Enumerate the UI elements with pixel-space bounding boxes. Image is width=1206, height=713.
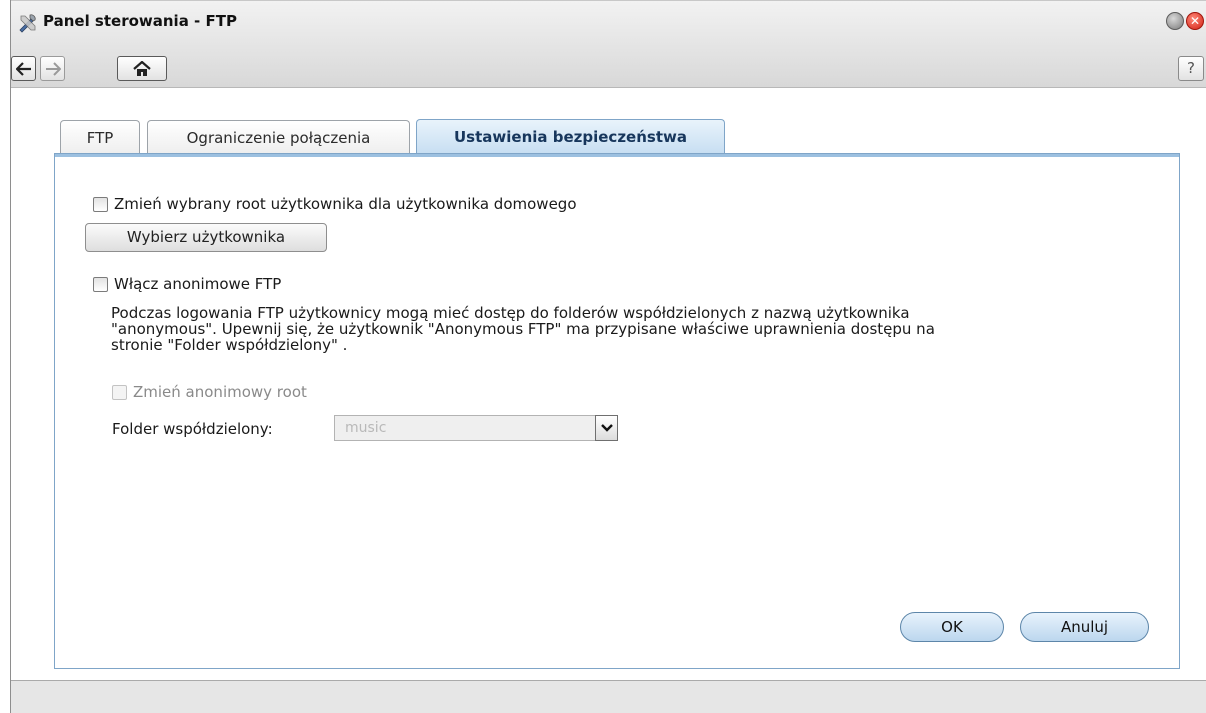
chevron-down-icon (601, 424, 613, 432)
tab-connection-limit[interactable]: Ograniczenie połączenia (147, 120, 410, 154)
description-line: "anonymous". Upewnij się, że użytkownik … (111, 320, 935, 338)
dropdown-arrow-button[interactable] (595, 415, 618, 441)
title-bar: Panel sterowania - FTP ✕ ? (11, 0, 1206, 88)
description-line: stronie "Folder współdzielony" . (111, 336, 348, 354)
arrow-left-icon (14, 62, 31, 76)
main-area: FTP Ograniczenie połączenia Ustawienia b… (11, 88, 1206, 680)
tab-security-settings[interactable]: Ustawienia bezpieczeństwa (416, 119, 725, 154)
cancel-button[interactable]: Anuluj (1020, 612, 1149, 642)
arrow-right-icon (45, 62, 61, 76)
anonymous-ftp-checkbox[interactable] (93, 277, 108, 292)
back-button[interactable] (11, 56, 36, 81)
forward-button[interactable] (40, 56, 65, 81)
tab-ftp[interactable]: FTP (60, 120, 140, 154)
change-root-checkbox[interactable] (93, 197, 108, 212)
security-settings-panel: Zmień wybrany root użytkownika dla użytk… (54, 153, 1180, 669)
change-root-label: Zmień wybrany root użytkownika dla użytk… (114, 195, 577, 213)
panel-top-border (55, 154, 1179, 157)
anonymous-root-checkbox[interactable] (112, 385, 127, 400)
home-button[interactable] (117, 56, 167, 81)
control-panel-window: Panel sterowania - FTP ✕ ? FTP Ogranicze… (10, 0, 1206, 713)
anonymous-root-label: Zmień anonimowy root (133, 383, 307, 401)
ok-button[interactable]: OK (900, 612, 1004, 642)
tools-icon (17, 12, 39, 34)
window-title: Panel sterowania - FTP (43, 12, 237, 30)
anonymous-ftp-description: Podczas logowania FTP użytkownicy mogą m… (111, 305, 1111, 353)
description-line: Podczas logowania FTP użytkownicy mogą m… (111, 304, 910, 322)
home-icon (133, 60, 151, 76)
minimize-button[interactable] (1166, 12, 1184, 30)
select-user-button[interactable]: Wybierz użytkownika (85, 223, 327, 252)
shared-folder-select[interactable]: music (334, 415, 618, 441)
shared-folder-value: music (345, 420, 387, 436)
anonymous-ftp-label: Włącz anonimowe FTP (114, 275, 282, 293)
status-bar (11, 680, 1206, 713)
close-button[interactable]: ✕ (1186, 12, 1204, 30)
shared-folder-label: Folder współdzielony: (112, 420, 273, 438)
help-button[interactable]: ? (1178, 56, 1204, 81)
